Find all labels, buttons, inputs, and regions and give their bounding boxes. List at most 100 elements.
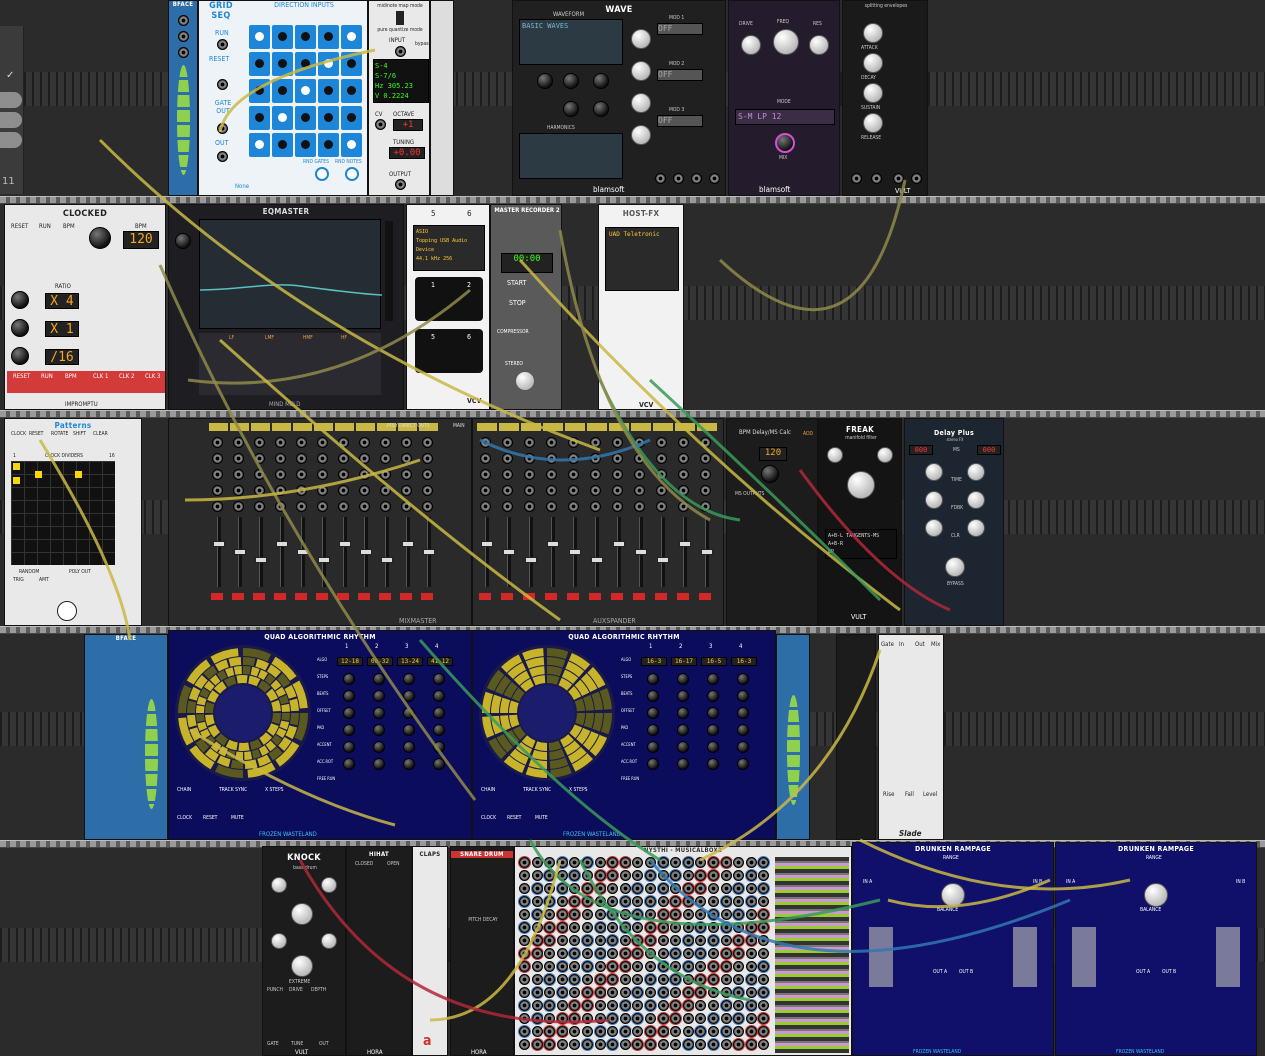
jack[interactable] <box>546 469 557 480</box>
matrix-jack[interactable] <box>632 974 644 985</box>
jack[interactable] <box>338 453 349 464</box>
matrix-jack[interactable] <box>582 922 593 933</box>
knock-module[interactable]: KNOCK bass drum EXTREME PUNCH DRIVE DEPT… <box>262 846 346 1056</box>
matrix-jack[interactable] <box>569 1039 581 1050</box>
jack[interactable] <box>678 437 689 448</box>
jack[interactable] <box>317 453 328 464</box>
matrix-jack[interactable] <box>708 857 719 868</box>
matrix-jack[interactable] <box>670 974 682 985</box>
delay-plus-module[interactable]: Delay Plus stereo FX 000 000 MS TIME FDB… <box>904 418 1004 626</box>
track-knob[interactable] <box>403 724 415 736</box>
grid-step[interactable] <box>341 106 362 130</box>
jack[interactable] <box>634 469 645 480</box>
matrix-jack[interactable] <box>720 909 732 920</box>
mute-button[interactable] <box>232 593 244 600</box>
jack[interactable] <box>546 485 557 496</box>
matrix-jack[interactable] <box>657 1026 669 1037</box>
matrix-jack[interactable] <box>569 948 581 959</box>
matrix-jack[interactable] <box>544 922 556 933</box>
matrix-jack[interactable] <box>733 987 745 998</box>
matrix-jack[interactable] <box>645 948 656 959</box>
jack[interactable] <box>233 469 244 480</box>
mute-button[interactable] <box>379 593 391 600</box>
matrix-jack[interactable] <box>733 857 745 868</box>
jack[interactable] <box>178 47 189 58</box>
jack[interactable] <box>422 501 433 512</box>
rnd-notes-button[interactable] <box>345 167 359 181</box>
track-knob[interactable] <box>707 673 719 685</box>
jack[interactable] <box>380 437 391 448</box>
matrix-jack[interactable] <box>531 870 543 881</box>
octave-knob[interactable] <box>631 29 651 49</box>
matrix-jack[interactable] <box>619 1000 631 1011</box>
jack[interactable] <box>612 485 623 496</box>
matrix-jack[interactable] <box>682 974 694 985</box>
jack[interactable] <box>656 469 667 480</box>
matrix-jack[interactable] <box>594 1026 606 1037</box>
matrix-jack[interactable] <box>645 1000 656 1011</box>
matrix-jack[interactable] <box>519 1013 530 1024</box>
matrix-jack[interactable] <box>745 974 757 985</box>
track-knob[interactable] <box>677 690 689 702</box>
track-knob[interactable] <box>343 758 355 770</box>
matrix-jack[interactable] <box>544 896 556 907</box>
track-knob[interactable] <box>373 724 385 736</box>
track-knob[interactable] <box>343 724 355 736</box>
matrix-jack[interactable] <box>720 922 732 933</box>
jack[interactable] <box>590 501 601 512</box>
matrix-jack[interactable] <box>745 1013 757 1024</box>
matrix-jack[interactable] <box>657 974 669 985</box>
matrix-jack[interactable] <box>745 857 757 868</box>
freak-knob[interactable] <box>827 447 843 463</box>
channel-fader[interactable] <box>343 517 347 587</box>
matrix-jack[interactable] <box>758 948 770 959</box>
jack[interactable] <box>296 501 307 512</box>
matrix-jack[interactable] <box>657 857 669 868</box>
matrix-jack[interactable] <box>594 857 606 868</box>
mute-button[interactable] <box>295 593 307 600</box>
ratio-knob[interactable] <box>11 291 29 309</box>
matrix-jack[interactable] <box>531 883 543 894</box>
matrix-jack[interactable] <box>758 922 770 933</box>
extreme-knob[interactable] <box>291 955 313 977</box>
matrix-jack[interactable] <box>531 1000 543 1011</box>
mute-button[interactable] <box>316 593 328 600</box>
grid-step[interactable] <box>272 133 293 157</box>
matrix-jack[interactable] <box>531 896 543 907</box>
jack[interactable] <box>317 469 328 480</box>
jack[interactable] <box>359 469 370 480</box>
matrix-jack[interactable] <box>745 922 757 933</box>
mute-button[interactable] <box>337 593 349 600</box>
balance-knob[interactable] <box>1144 883 1168 907</box>
track-knob[interactable] <box>343 690 355 702</box>
fm-knob[interactable] <box>271 933 287 949</box>
mute-button[interactable] <box>523 593 535 600</box>
detune-knob[interactable] <box>563 101 579 117</box>
out-jack[interactable] <box>893 173 904 184</box>
jack[interactable] <box>254 453 265 464</box>
jack[interactable] <box>524 437 535 448</box>
jack[interactable] <box>700 437 711 448</box>
freak-filter-module[interactable]: FREAK manifold filter A+B-L TANGENTS-MS A… <box>818 418 902 626</box>
track-controls[interactable]: 1 12-18 2 08-32 3 13-24 4 41-12 ALGO STEPS BEATS OF… <box>317 643 467 823</box>
matrix-jack[interactable] <box>682 948 694 959</box>
stereo-knob[interactable] <box>515 371 535 391</box>
matrix-jack[interactable] <box>682 1000 694 1011</box>
matrix-jack[interactable] <box>556 974 568 985</box>
mute-button[interactable] <box>545 593 557 600</box>
matrix-jack[interactable] <box>670 1013 682 1024</box>
jack[interactable] <box>233 437 244 448</box>
mute-button[interactable] <box>589 593 601 600</box>
fm-jack[interactable] <box>655 173 666 184</box>
matrix-jack[interactable] <box>758 1026 770 1037</box>
matrix-jack[interactable] <box>708 1000 719 1011</box>
matrix-jack[interactable] <box>733 1013 745 1024</box>
density-knob[interactable] <box>593 73 609 89</box>
track-knob[interactable] <box>647 690 659 702</box>
matrix-jack[interactable] <box>582 974 593 985</box>
matrix-jack[interactable] <box>632 857 644 868</box>
jack[interactable] <box>634 485 645 496</box>
jack[interactable] <box>502 485 513 496</box>
mute-button[interactable] <box>479 593 491 600</box>
jack[interactable] <box>212 485 223 496</box>
